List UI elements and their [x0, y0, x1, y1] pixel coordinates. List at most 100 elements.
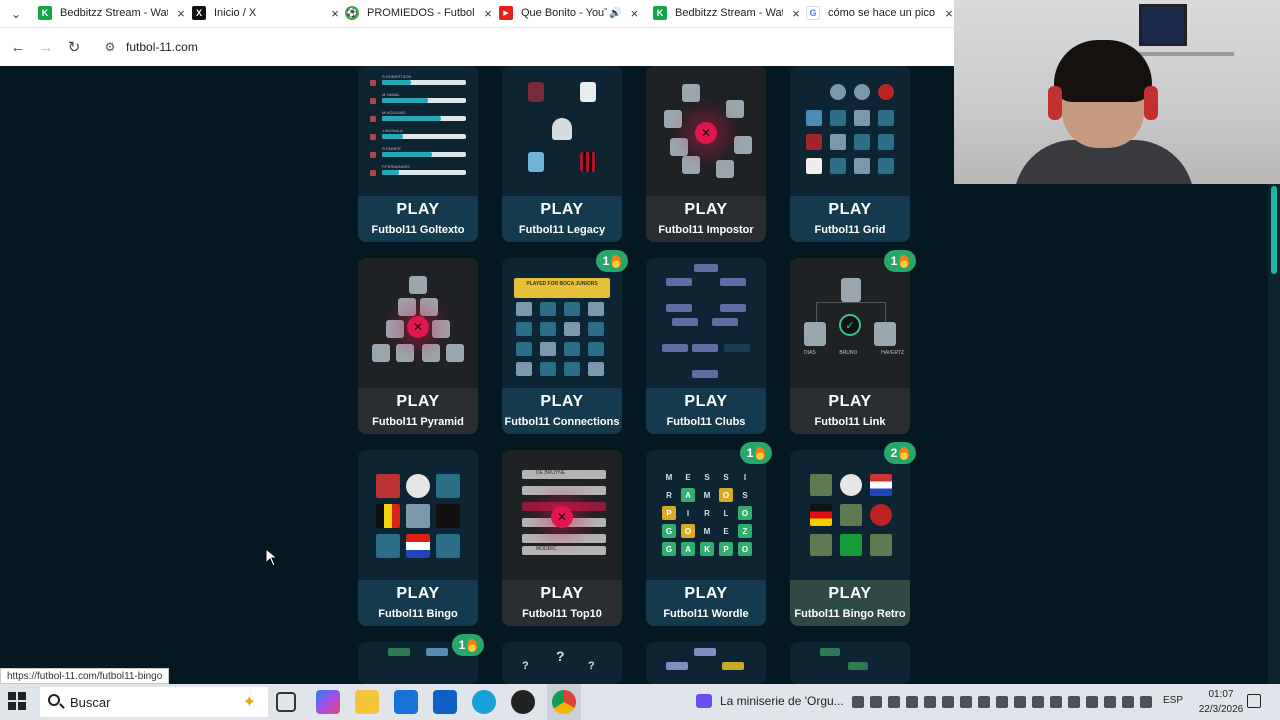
game-card-legacy[interactable]: PLAY Futbol11 Legacy [502, 66, 622, 242]
audio-playing-icon[interactable]: 🔊 [609, 8, 621, 19]
tray-app-icon[interactable] [870, 696, 882, 708]
bluetooth-icon[interactable] [960, 696, 972, 708]
wordle-letter-tile: Z [738, 524, 752, 538]
player-tile [588, 302, 604, 316]
system-clock[interactable]: 01:07 22/3/2026 [1198, 687, 1244, 717]
top10-row: MODRIC [522, 546, 606, 555]
game-card-connections[interactable]: PLAYED FOR BOCA JUNIORS PLAY Futbol11 Co… [502, 258, 622, 434]
reload-icon[interactable]: ↻ [64, 37, 84, 57]
file-explorer-icon[interactable] [355, 690, 379, 714]
link-preview: ✓ DIAS BRUNO HAVERTZ [790, 258, 910, 388]
tab-title: Inicio / X [214, 7, 257, 19]
back-arrow-icon[interactable]: ← [8, 37, 28, 57]
kick-favicon-icon: K [653, 6, 667, 20]
play-label: PLAY [396, 201, 440, 218]
tray-app-icon[interactable] [1014, 696, 1026, 708]
close-tab-icon[interactable]: × [627, 6, 641, 21]
wifi-icon[interactable] [1104, 696, 1116, 708]
game-card[interactable] [646, 642, 766, 684]
taskbar-search-input[interactable]: Buscar ✦ [40, 687, 268, 717]
game-card-link[interactable]: ✓ DIAS BRUNO HAVERTZ PLAY Futbol11 Link [790, 258, 910, 434]
media-widget[interactable]: La miniserie de 'Orgu... [696, 694, 844, 708]
game-card-bingo[interactable]: PLAY Futbol11 Bingo [358, 450, 478, 626]
wordle-letter-tile: S [700, 470, 714, 484]
tab-strip: ⌄ K Bedbitzz Stream - Wat × X Inicio / X… [0, 0, 954, 28]
scrollbar-thumb[interactable] [1271, 186, 1277, 274]
tray-app-icon[interactable] [1068, 696, 1080, 708]
close-tab-icon[interactable]: × [481, 6, 495, 21]
microphone-icon[interactable] [1140, 696, 1152, 708]
browser-tab[interactable]: G cómo se hace un pico × [806, 2, 956, 24]
player-tile [540, 342, 556, 356]
microsoft-store-icon[interactable] [394, 690, 418, 714]
game-card-top10[interactable]: DE BRUYNE MODRIC ✕ PLAY Futbol11 Top10 [502, 450, 622, 626]
copilot-icon[interactable] [316, 690, 340, 714]
tray-app-icon[interactable] [1050, 696, 1062, 708]
windows-start-icon[interactable] [8, 692, 28, 712]
browser-tab[interactable]: ⚽ PROMIEDOS - Futbol A × [345, 2, 495, 24]
windows-taskbar: Buscar ✦ La miniserie de 'Orgu... ESP 01… [0, 684, 1280, 720]
browser-tab[interactable]: X Inicio / X × [192, 2, 342, 24]
play-label: PLAY [396, 585, 440, 602]
new-games-badge: 1 [740, 442, 772, 464]
tray-app-icon[interactable] [906, 696, 918, 708]
language-indicator[interactable]: ESP [1163, 695, 1183, 706]
game-name: Futbol11 Top10 [522, 608, 602, 620]
tray-app-icon[interactable] [978, 696, 990, 708]
wordle-letter-tile: A [681, 488, 695, 502]
tray-app-icon[interactable] [888, 696, 900, 708]
volume-icon[interactable] [1122, 696, 1134, 708]
browser-tab[interactable]: K Bedbitzz Stream - Wat × [653, 2, 803, 24]
game-card[interactable]: ? ? ? [502, 642, 622, 684]
browser-tab[interactable]: ▶ Que Bonito - YouTu 🔊 × [499, 2, 641, 24]
notifications-icon[interactable] [1247, 694, 1261, 708]
tray-app-icon[interactable] [1032, 696, 1044, 708]
app-icon[interactable] [511, 690, 535, 714]
sparkle-icon: ✦ [242, 694, 256, 711]
chrome-icon[interactable] [552, 690, 576, 714]
player-name: BRUNO [839, 350, 858, 356]
wordle-letter-tile: K [700, 542, 714, 556]
forward-arrow-icon[interactable]: → [36, 37, 56, 57]
outlook-icon[interactable] [433, 690, 457, 714]
wordle-letter-tile: A [681, 542, 695, 556]
wordle-letter-tile: M [662, 470, 676, 484]
page-scrollbar[interactable] [1268, 184, 1280, 684]
goltexto-preview: R.ROBERTSON M.YAMAL M.HOJLUND J.MUSIALA R.PA… [358, 66, 478, 196]
wordle-letter-tile: S [719, 470, 733, 484]
game-card-bingo-retro[interactable]: PLAY Futbol11 Bingo Retro [790, 450, 910, 626]
cloud-icon[interactable] [852, 696, 864, 708]
game-card-grid[interactable]: PLAY Futbol11 Grid [790, 66, 910, 242]
play-label: PLAY [684, 201, 728, 218]
player-tile [588, 342, 604, 356]
task-view-icon[interactable] [276, 692, 296, 712]
tray-app-icon[interactable] [996, 696, 1008, 708]
close-tab-icon[interactable]: × [789, 6, 803, 21]
discord-icon[interactable] [942, 696, 954, 708]
tray-app-icon[interactable] [1086, 696, 1098, 708]
close-tab-icon[interactable]: × [174, 6, 188, 21]
bingo-preview [358, 450, 478, 580]
game-card-goltexto[interactable]: R.ROBERTSON M.YAMAL M.HOJLUND J.MUSIALA R.PA… [358, 66, 478, 242]
new-games-badge: 1 [884, 250, 916, 272]
wordle-letter-tile: E [719, 524, 733, 538]
close-tab-icon[interactable]: × [328, 6, 342, 21]
game-card-impostor[interactable]: ✕ PLAY Futbol11 Impostor [646, 66, 766, 242]
tab-title: Bedbitzz Stream - Wat [675, 7, 783, 19]
bingo-retro-preview [790, 450, 910, 580]
tab-title: cómo se hace un pico [828, 7, 936, 19]
edge-icon[interactable] [472, 690, 496, 714]
game-card-wordle[interactable]: MESSIRAMOSPIRLOGOMEZGAKPO PLAY Futbol11 … [646, 450, 766, 626]
game-card-clubs[interactable]: PLAY Futbol11 Clubs [646, 258, 766, 434]
wordle-letter-tile: O [681, 524, 695, 538]
steam-icon[interactable] [924, 696, 936, 708]
clue-bar-fill [382, 80, 412, 85]
browser-tab[interactable]: K Bedbitzz Stream - Wat × [38, 2, 188, 24]
url-field[interactable]: futbol-11.com [126, 40, 198, 54]
tab-search-chevron-icon[interactable]: ⌄ [6, 4, 26, 24]
shirt-icon [370, 170, 376, 176]
shirt-icon [370, 134, 376, 140]
game-card[interactable] [790, 642, 910, 684]
game-card-pyramid[interactable]: ✕ PLAY Futbol11 Pyramid [358, 258, 478, 434]
site-settings-icon[interactable]: ⚙ [102, 39, 118, 55]
